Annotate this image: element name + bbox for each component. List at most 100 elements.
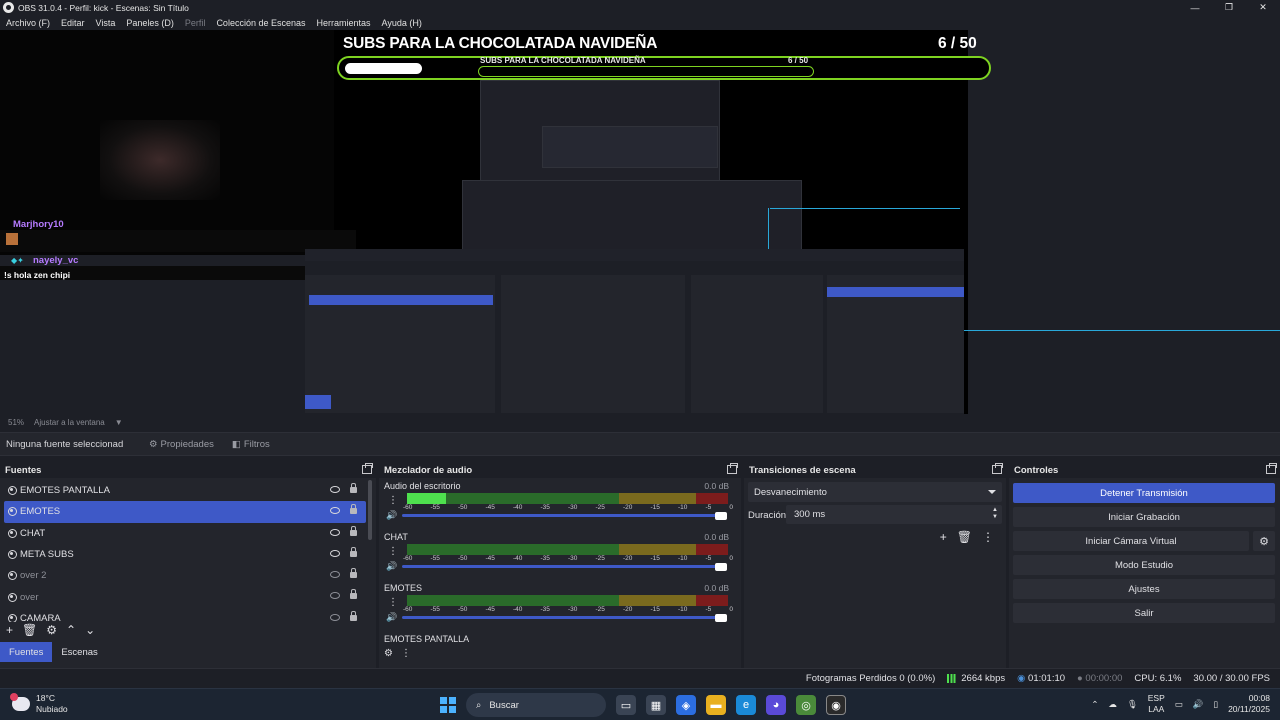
more-options-icon[interactable]: ⋮ bbox=[982, 530, 994, 544]
menu-vista[interactable]: Vista bbox=[96, 18, 116, 28]
source-item-meta-subs[interactable]: META SUBS bbox=[0, 544, 370, 565]
obs-taskbar-icon[interactable]: ◉ bbox=[826, 695, 846, 715]
menu-ayuda[interactable]: Ayuda (H) bbox=[382, 18, 422, 28]
start-recording-button[interactable]: Iniciar Grabación bbox=[1013, 507, 1275, 527]
lock-icon[interactable] bbox=[350, 589, 357, 600]
spin-arrows-icon[interactable]: ▲ ▼ bbox=[992, 507, 998, 521]
volume-slider[interactable] bbox=[402, 613, 727, 622]
chevron-down-icon[interactable]: ⌄ bbox=[85, 623, 95, 637]
stop-stream-button[interactable]: Detener Transmisión bbox=[1013, 483, 1275, 503]
task-view-icon[interactable]: ▭ bbox=[616, 695, 636, 715]
preview-canvas[interactable]: SUBS PARA LA CHOCOLATADA NAVIDEÑA 6 / 50… bbox=[0, 30, 1280, 414]
meter-tick-label: -50 bbox=[458, 504, 468, 511]
store-icon[interactable]: ▦ bbox=[646, 695, 666, 715]
transitions-title-label: Transiciones de escena bbox=[749, 464, 856, 476]
tab-escenas[interactable]: Escenas bbox=[52, 642, 106, 662]
volume-slider[interactable] bbox=[402, 511, 727, 520]
duration-input[interactable]: 300 ms ▲ ▼ bbox=[786, 505, 1002, 524]
lock-icon[interactable] bbox=[350, 525, 357, 536]
minimize-button[interactable]: — bbox=[1178, 0, 1212, 15]
trash-icon[interactable]: 🗑 bbox=[22, 623, 37, 637]
exit-button[interactable]: Salir bbox=[1013, 603, 1275, 623]
chevron-down-icon[interactable]: ▼ bbox=[115, 418, 123, 427]
source-item-emotes-pantalla[interactable]: EMOTES PANTALLA bbox=[0, 480, 370, 501]
zoom-fit-select[interactable]: Ajustar a la ventana bbox=[34, 418, 105, 427]
eye-icon[interactable] bbox=[330, 549, 340, 557]
slider-knob[interactable] bbox=[715, 613, 727, 622]
onedrive-icon[interactable]: ☁ bbox=[1108, 699, 1117, 710]
more-options-icon[interactable]: ⋮ bbox=[388, 546, 398, 557]
maximize-button[interactable]: ❐ bbox=[1212, 0, 1246, 15]
properties-button[interactable]: ⚙ Propiedades bbox=[140, 439, 223, 450]
filters-button[interactable]: ◧ Filtros bbox=[223, 439, 279, 450]
speaker-icon[interactable]: 🔊 bbox=[386, 561, 397, 572]
undock-icon[interactable] bbox=[727, 463, 738, 474]
volume-slider[interactable] bbox=[402, 562, 727, 571]
lock-icon[interactable] bbox=[350, 546, 357, 557]
menu-coleccion-escenas[interactable]: Colección de Escenas bbox=[216, 18, 305, 28]
source-item-over-2[interactable]: over 2 bbox=[0, 565, 370, 586]
more-options-icon[interactable]: ⋮ bbox=[388, 597, 398, 608]
source-item-over[interactable]: over bbox=[0, 586, 370, 607]
eye-icon[interactable] bbox=[330, 486, 340, 493]
meter-ticks: -60 -55 -50 -45 -40 -35 -30 -25 -20 -15 -10 -5 0 bbox=[403, 504, 733, 511]
menu-archivo[interactable]: Archivo (F) bbox=[6, 18, 50, 28]
undock-icon[interactable] bbox=[1266, 463, 1277, 474]
weather-widget[interactable]: 18°C Nubiado bbox=[10, 693, 68, 715]
source-item-camara[interactable]: CAMARA bbox=[0, 608, 370, 622]
add-icon[interactable]: + bbox=[6, 623, 13, 637]
menu-herramientas[interactable]: Herramientas bbox=[317, 18, 371, 28]
tab-fuentes[interactable]: Fuentes bbox=[0, 642, 53, 662]
file-explorer-icon[interactable]: ▬ bbox=[706, 695, 726, 715]
slider-knob[interactable] bbox=[715, 511, 727, 520]
gear-icon[interactable]: ⚙ bbox=[1253, 531, 1275, 551]
eye-icon[interactable] bbox=[330, 528, 340, 536]
close-button[interactable]: ✕ bbox=[1246, 0, 1280, 15]
menu-paneles[interactable]: Paneles (D) bbox=[126, 18, 174, 28]
start-virtual-camera-button[interactable]: Iniciar Cámara Virtual bbox=[1013, 531, 1249, 551]
menu-perfil[interactable]: Perfil bbox=[185, 18, 206, 28]
add-icon[interactable]: + bbox=[940, 530, 947, 544]
chevron-up-icon[interactable]: ⌃ bbox=[66, 623, 76, 637]
lock-icon[interactable] bbox=[350, 610, 357, 621]
studio-mode-button[interactable]: Modo Estudio bbox=[1013, 555, 1275, 575]
volume-icon[interactable]: 🔊 bbox=[1193, 699, 1204, 710]
chrome-icon[interactable]: ◎ bbox=[796, 695, 816, 715]
eye-icon[interactable] bbox=[330, 507, 340, 515]
eye-off-icon[interactable] bbox=[330, 571, 340, 579]
windows-start-icon[interactable] bbox=[440, 697, 456, 713]
undock-icon[interactable] bbox=[362, 463, 373, 474]
gear-icon[interactable]: ⚙ bbox=[46, 623, 57, 637]
edge-icon[interactable]: e bbox=[736, 695, 756, 715]
source-item-emotes[interactable]: EMOTES bbox=[4, 501, 366, 523]
microphone-icon[interactable]: 🎙 bbox=[1127, 699, 1138, 710]
lock-icon[interactable] bbox=[350, 504, 357, 515]
copilot-icon[interactable]: ◈ bbox=[676, 695, 696, 715]
trash-icon[interactable]: 🗑 bbox=[957, 530, 972, 544]
gear-icon[interactable]: ⚙ bbox=[384, 648, 393, 659]
language-indicator[interactable]: ESP LAA bbox=[1148, 693, 1165, 715]
battery-icon[interactable]: ▯ bbox=[1213, 699, 1218, 710]
source-item-chat[interactable]: CHAT bbox=[0, 523, 370, 544]
clock[interactable]: 00:08 20/11/2025 bbox=[1228, 693, 1270, 715]
sources-scrollbar[interactable] bbox=[368, 480, 372, 540]
taskbar-search[interactable]: ⌕ Buscar bbox=[466, 693, 606, 717]
transition-select[interactable]: Desvanecimiento bbox=[748, 482, 1002, 502]
speaker-icon[interactable]: 🔊 bbox=[386, 612, 397, 623]
source-name: CAMARA bbox=[20, 612, 61, 622]
more-options-icon[interactable]: ⋮ bbox=[388, 495, 398, 506]
settings-button[interactable]: Ajustes bbox=[1013, 579, 1275, 599]
lock-icon[interactable] bbox=[350, 568, 357, 579]
network-icon[interactable]: ▭ bbox=[1175, 699, 1183, 710]
discord-icon[interactable]: ◕ bbox=[766, 695, 786, 715]
more-options-icon[interactable]: ⋮ bbox=[401, 648, 411, 659]
chevron-up-icon[interactable]: ⌃ bbox=[1091, 699, 1098, 710]
menu-editar[interactable]: Editar bbox=[61, 18, 85, 28]
eye-off-icon[interactable] bbox=[330, 613, 340, 621]
speaker-icon[interactable]: 🔊 bbox=[386, 510, 397, 521]
lock-icon[interactable] bbox=[350, 483, 357, 493]
undock-icon[interactable] bbox=[992, 463, 1003, 474]
browser-source-icon bbox=[8, 592, 17, 602]
slider-knob[interactable] bbox=[715, 562, 727, 571]
eye-off-icon[interactable] bbox=[330, 592, 340, 600]
